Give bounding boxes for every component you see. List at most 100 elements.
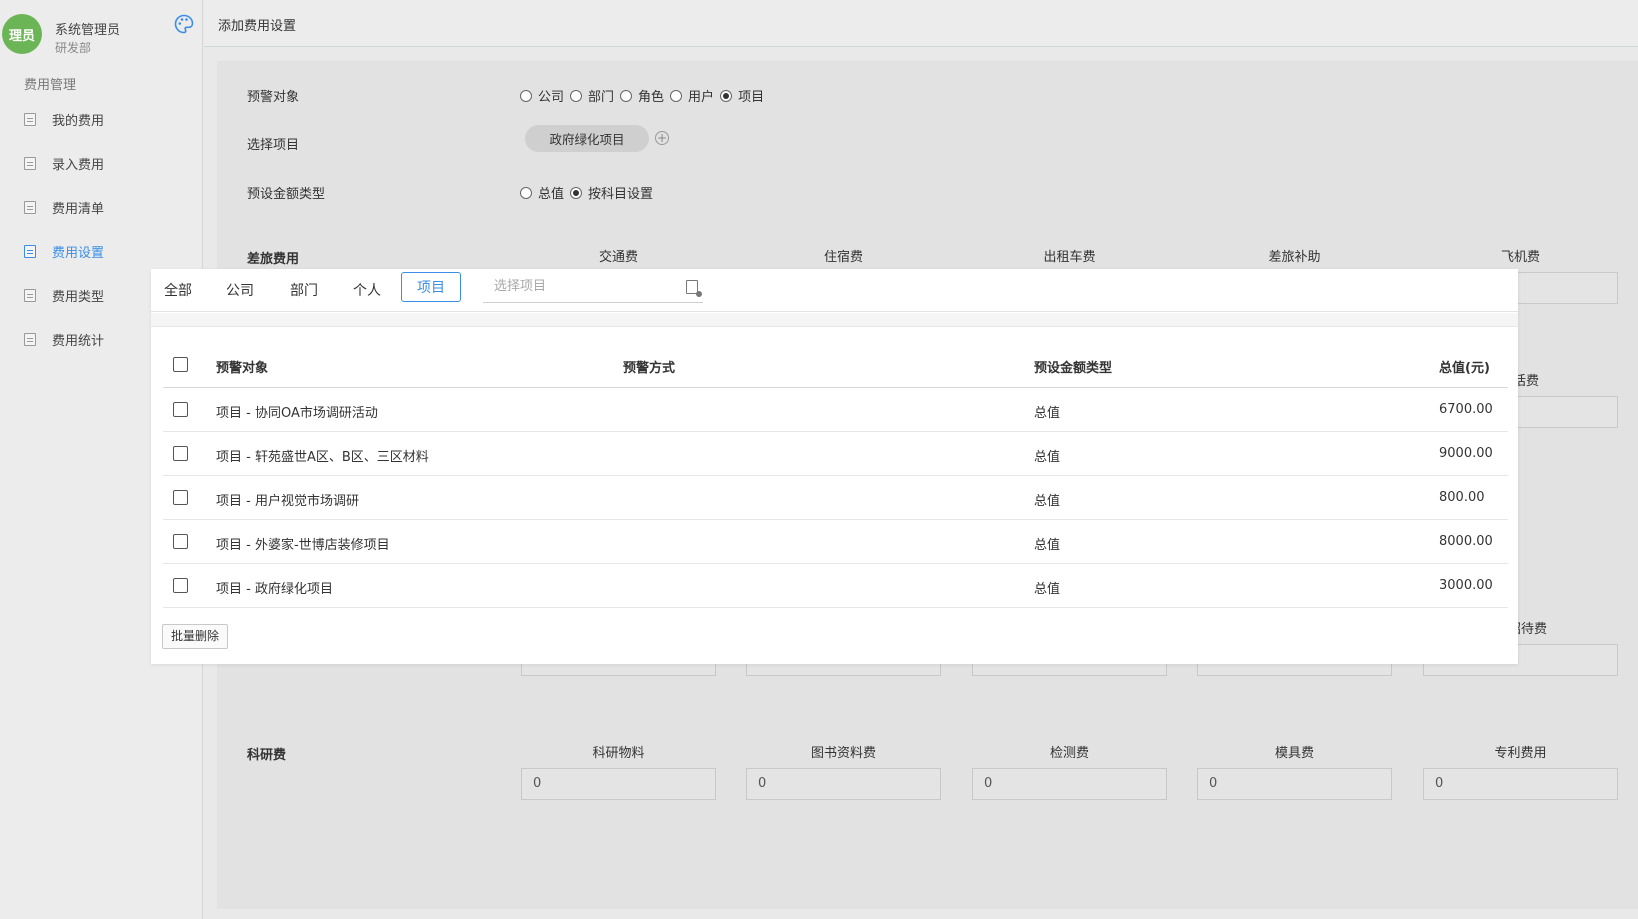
cell-type: 总值 [1034,494,1061,509]
sidebar-item-enter-expense[interactable]: 录入费用 [0,141,203,185]
cell-total: 3000.00 [1439,578,1493,593]
settings-list-icon [24,244,36,258]
sidebar-item-expense-settings[interactable]: 费用设置 [0,229,203,273]
cell-total: 800.00 [1439,490,1485,505]
radio-label: 公司 [538,90,565,105]
radio-label: 总值 [538,187,565,202]
tab-personal[interactable]: 个人 [353,280,381,300]
sidebar-item-label: 费用类型 [52,289,105,305]
tab-department[interactable]: 部门 [290,280,318,300]
alert-target-label: 预警对象 [247,90,300,105]
cell-target: 项目 - 外婆家-世博店装修项目 [216,538,390,553]
radio-label: 角色 [638,90,665,105]
radio-label: 项目 [738,90,765,105]
sidebar-item-my-expenses[interactable]: 我的费用 [0,97,203,141]
research-col-label: 图书资料费 [810,746,876,761]
radio-project[interactable] [720,89,733,102]
radio-label: 用户 [688,90,715,105]
radio-role[interactable] [620,89,633,102]
cell-total: 8000.00 [1439,534,1493,549]
cell-type: 总值 [1034,538,1061,553]
tab-project[interactable]: 项目 [401,272,461,302]
row-checkbox[interactable] [173,578,188,593]
cell-target: 项目 - 政府绿化项目 [216,582,333,597]
batch-delete-button[interactable]: 批量删除 [162,624,229,649]
cell-target: 项目 - 用户视觉市场调研 [216,494,359,509]
cell-target: 项目 - 协同OA市场调研活动 [216,406,378,421]
select-all-checkbox[interactable] [173,357,188,372]
alert-target-radio-group: 公司 部门 角色 用户 项目 [520,86,770,105]
sidebar-item-label: 录入费用 [52,157,105,173]
cell-total: 6700.00 [1439,402,1493,417]
nav-group-label: 费用管理 [24,78,77,93]
row-checkbox[interactable] [173,446,188,461]
sidebar-item-expense-list[interactable]: 费用清单 [0,185,203,229]
header-target: 预警对象 [216,361,269,376]
tab-company[interactable]: 公司 [226,280,254,300]
add-circle-icon[interactable]: + [655,131,669,145]
chart-icon [24,332,36,346]
table-row[interactable]: 项目 - 用户视觉市场调研 总值 800.00 [163,476,1508,520]
radio-by-subject[interactable] [570,186,583,199]
user-name: 系统管理员 [55,23,121,38]
divider-band [151,313,1518,327]
patent-fee-input[interactable]: 0 [1423,768,1618,800]
research-col-label: 科研物料 [592,746,645,761]
cell-target: 项目 - 轩苑盛世A区、B区、三区材料 [216,450,429,465]
project-search [483,271,703,303]
radio-company[interactable] [520,89,532,102]
research-col-label: 检测费 [1049,746,1089,761]
header-type: 预设金额类型 [1034,361,1113,376]
header-mode: 预警方式 [623,361,676,376]
travel-col-label: 差旅补助 [1268,250,1321,265]
cell-type: 总值 [1034,406,1061,421]
travel-col-label: 交通费 [598,250,638,265]
research-materials-input[interactable]: 0 [521,768,716,800]
radio-total[interactable] [520,186,532,199]
books-fee-input[interactable]: 0 [746,768,941,800]
alert-list-popup: 全部 公司 部门 个人 项目 预警对象 预警方式 预设金额类型 总值(元) 项目… [151,269,1518,664]
page-header: 添加费用设置 [204,0,1638,47]
travel-section-label: 差旅费用 [247,252,300,267]
travel-col-label: 飞机费 [1500,250,1540,265]
preset-amount-label: 预设金额类型 [247,187,326,202]
document-icon [24,112,36,126]
research-col-label: 专利费用 [1494,746,1547,761]
list-icon [24,200,36,214]
select-project-label: 选择项目 [247,138,300,153]
page-title: 添加费用设置 [218,19,297,34]
radio-department[interactable] [570,89,583,102]
research-col-label: 模具费 [1274,746,1314,761]
alert-table: 预警对象 预警方式 预设金额类型 总值(元) 项目 - 协同OA市场调研活动 总… [163,342,1508,608]
preset-amount-radio-group: 总值 按科目设置 [520,183,659,202]
table-row[interactable]: 项目 - 协同OA市场调研活动 总值 6700.00 [163,388,1508,432]
radio-label: 按科目设置 [588,187,654,202]
sidebar-item-label: 我的费用 [52,113,105,129]
palette-icon[interactable] [174,14,194,34]
sidebar-item-label: 费用清单 [52,201,105,217]
row-checkbox[interactable] [173,490,188,505]
cell-type: 总值 [1034,450,1061,465]
selected-project-tag[interactable]: 政府绿化项目 [525,125,649,152]
project-search-input[interactable] [483,271,673,301]
radio-label: 部门 [588,90,615,105]
sidebar-item-label: 费用统计 [52,333,105,349]
row-checkbox[interactable] [173,402,188,417]
filter-tabbar: 全部 公司 部门 个人 项目 [151,269,1518,312]
table-row[interactable]: 项目 - 政府绿化项目 总值 3000.00 [163,564,1508,608]
header-total: 总值(元) [1439,361,1490,376]
document-search-icon[interactable] [686,280,702,297]
table-row[interactable]: 项目 - 轩苑盛世A区、B区、三区材料 总值 9000.00 [163,432,1508,476]
edit-document-icon [24,156,36,170]
table-header-row: 预警对象 预警方式 预设金额类型 总值(元) [163,342,1508,388]
tab-all[interactable]: 全部 [164,280,192,300]
avatar[interactable]: 理员 [2,14,42,54]
radio-user[interactable] [670,89,683,102]
cell-total: 9000.00 [1439,446,1493,461]
travel-col-label: 住宿费 [823,250,863,265]
sidebar-item-label: 费用设置 [52,245,105,261]
testing-fee-input[interactable]: 0 [972,768,1167,800]
row-checkbox[interactable] [173,534,188,549]
table-row[interactable]: 项目 - 外婆家-世博店装修项目 总值 8000.00 [163,520,1508,564]
mold-fee-input[interactable]: 0 [1197,768,1392,800]
